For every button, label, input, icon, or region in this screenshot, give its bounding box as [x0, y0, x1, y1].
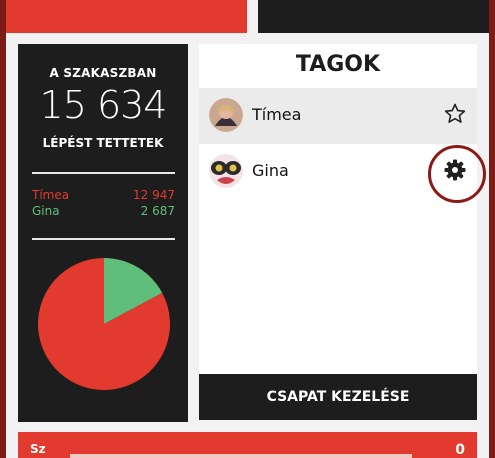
bottom-label: Sz	[30, 442, 46, 456]
stats-row-timea: Tímea 12 947	[32, 188, 175, 202]
bottom-value: 0	[455, 442, 465, 458]
stats-row-name: Gina	[32, 204, 60, 218]
highlight-circle	[428, 145, 486, 203]
divider	[32, 238, 175, 240]
member-row-timea[interactable]: Tímea	[199, 88, 477, 144]
steps-pie-chart	[37, 258, 170, 390]
progress-track	[70, 454, 412, 458]
members-title: TAGOK	[295, 52, 381, 77]
stats-row-name: Tímea	[32, 188, 70, 202]
member-name: Gina	[252, 161, 289, 180]
avatar	[209, 98, 243, 132]
stats-row-value: 12 947	[133, 188, 175, 202]
top-tab-red[interactable]	[6, 0, 247, 33]
star-outline-icon[interactable]	[443, 102, 467, 126]
avatar	[209, 154, 243, 188]
stats-row-value: 2 687	[140, 204, 175, 218]
stats-total: 15 634	[39, 83, 168, 127]
manage-team-button[interactable]: CSAPAT KEZELÉSE	[199, 374, 477, 420]
top-tab-dark[interactable]	[258, 0, 489, 33]
members-panel: TAGOK Tímea Gina	[199, 44, 477, 374]
bottom-progress-card: Sz 0	[18, 432, 477, 458]
steps-stats-card: A SZAKASZBAN 15 634 LÉPÉST TETTETEK Tíme…	[18, 44, 188, 422]
stats-row-gina: Gina 2 687	[32, 204, 175, 218]
divider	[32, 172, 175, 174]
stats-subheading: LÉPÉST TETTETEK	[42, 136, 164, 150]
member-name: Tímea	[252, 105, 302, 124]
stats-heading: A SZAKASZBAN	[49, 66, 157, 80]
